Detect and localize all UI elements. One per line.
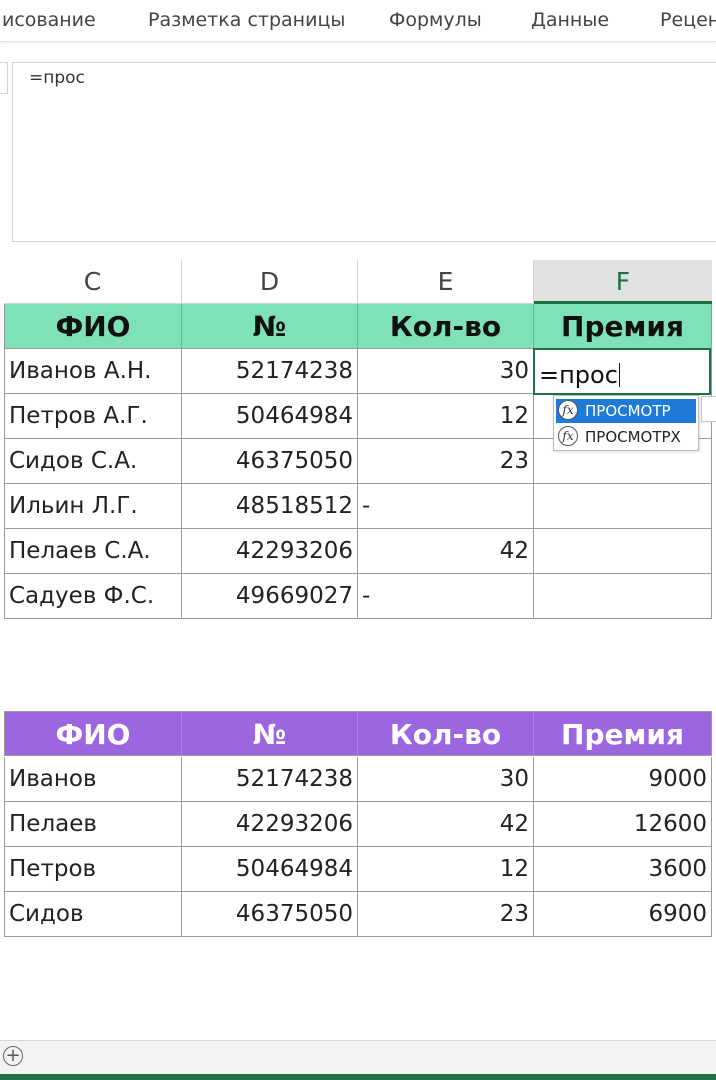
sheet-tab-bar bbox=[0, 1040, 716, 1074]
ribbon-tab-formulas[interactable]: Формулы bbox=[389, 9, 482, 31]
ribbon-tab-data[interactable]: Данные bbox=[531, 9, 609, 31]
autocomplete-item-prosmotrx[interactable]: fx ПРОСМОТРX bbox=[556, 425, 696, 449]
function-autocomplete-list: fx ПРОСМОТР fx ПРОСМОТРX bbox=[553, 395, 699, 451]
table1-cell-bonus[interactable] bbox=[534, 484, 712, 529]
table2-cell-qty[interactable]: 42 bbox=[358, 802, 534, 847]
table1-cell-qty[interactable]: 30 bbox=[358, 349, 534, 394]
table1-header-fio[interactable]: ФИО bbox=[4, 304, 182, 349]
status-bar bbox=[0, 1074, 716, 1080]
table1-cell-number[interactable]: 42293206 bbox=[182, 529, 358, 574]
column-header-c[interactable]: C bbox=[4, 260, 182, 304]
table1-cell-fio[interactable]: Ильин Л.Г. bbox=[4, 484, 182, 529]
table2-cell-bonus[interactable]: 9000 bbox=[534, 757, 712, 802]
column-header-d[interactable]: D bbox=[182, 260, 358, 304]
autocomplete-tooltip bbox=[701, 396, 716, 422]
table1-cell-qty[interactable]: - bbox=[358, 484, 534, 529]
table2-cell-fio[interactable]: Сидов bbox=[4, 892, 182, 937]
column-header-f[interactable]: F bbox=[534, 260, 712, 304]
table1-cell-number[interactable]: 52174238 bbox=[182, 349, 358, 394]
table2-header-bonus[interactable]: Премия bbox=[534, 711, 712, 756]
formula-bar[interactable] bbox=[12, 62, 716, 242]
table2-cell-number[interactable]: 50464984 bbox=[182, 847, 358, 892]
table1-cell-number[interactable]: 46375050 bbox=[182, 439, 358, 484]
table2-cell-fio[interactable]: Иванов bbox=[4, 757, 182, 802]
name-box[interactable] bbox=[0, 62, 8, 94]
table2-cell-bonus[interactable]: 12600 bbox=[534, 802, 712, 847]
table2-cell-fio[interactable]: Пелаев bbox=[4, 802, 182, 847]
table1-cell-fio[interactable]: Иванов А.Н. bbox=[4, 349, 182, 394]
table2-header-fio[interactable]: ФИО bbox=[4, 711, 182, 756]
table1-cell-qty[interactable]: 42 bbox=[358, 529, 534, 574]
table1-header-qty[interactable]: Кол-во bbox=[358, 304, 534, 349]
table1-header-number[interactable]: № bbox=[182, 304, 358, 349]
add-sheet-icon[interactable]: + bbox=[3, 1046, 23, 1066]
table1-header-bonus[interactable]: Премия bbox=[534, 304, 712, 349]
autocomplete-item-prosmotr[interactable]: fx ПРОСМОТР bbox=[556, 399, 696, 423]
active-cell-text: =прос bbox=[539, 361, 618, 389]
table1-cell-fio[interactable]: Садуев Ф.С. bbox=[4, 574, 182, 619]
table1-cell-qty[interactable]: 23 bbox=[358, 439, 534, 484]
table2-header-qty[interactable]: Кол-во bbox=[358, 711, 534, 756]
table1-cell-bonus[interactable] bbox=[534, 574, 712, 619]
table2-cell-number[interactable]: 52174238 bbox=[182, 757, 358, 802]
table1-cell-fio[interactable]: Сидов С.А. bbox=[4, 439, 182, 484]
ribbon-tab-page-layout[interactable]: Разметка страницы bbox=[148, 9, 345, 31]
table1-cell-number[interactable]: 49669027 bbox=[182, 574, 358, 619]
table1-cell-number[interactable]: 50464984 bbox=[182, 394, 358, 439]
function-icon: fx bbox=[558, 400, 578, 420]
table2-cell-number[interactable]: 42293206 bbox=[182, 802, 358, 847]
formula-bar-text: =прос bbox=[29, 68, 85, 88]
ribbon-tab-bar: исование Разметка страницы Формулы Данны… bbox=[0, 0, 716, 42]
table1-cell-qty[interactable]: - bbox=[358, 574, 534, 619]
autocomplete-item-label: ПРОСМОТР bbox=[585, 402, 671, 420]
text-caret bbox=[619, 363, 620, 387]
ribbon-tab-draw[interactable]: исование bbox=[2, 9, 96, 31]
table1-cell-number[interactable]: 48518512 bbox=[182, 484, 358, 529]
table2-cell-qty[interactable]: 30 bbox=[358, 757, 534, 802]
table2-cell-bonus[interactable]: 3600 bbox=[534, 847, 712, 892]
table1-cell-fio[interactable]: Пелаев С.А. bbox=[4, 529, 182, 574]
table2-cell-qty[interactable]: 23 bbox=[358, 892, 534, 937]
column-header-e[interactable]: E bbox=[358, 260, 534, 304]
table2-cell-number[interactable]: 46375050 bbox=[182, 892, 358, 937]
table2-cell-bonus[interactable]: 6900 bbox=[534, 892, 712, 937]
table1-cell-fio[interactable]: Петров А.Г. bbox=[4, 394, 182, 439]
ribbon-tab-review[interactable]: Рецен bbox=[660, 9, 716, 31]
table1-cell-qty[interactable]: 12 bbox=[358, 394, 534, 439]
table2-cell-fio[interactable]: Петров bbox=[4, 847, 182, 892]
table2-header-number[interactable]: № bbox=[182, 711, 358, 756]
autocomplete-item-label: ПРОСМОТРX bbox=[585, 428, 681, 446]
table2-cell-qty[interactable]: 12 bbox=[358, 847, 534, 892]
table1-cell-bonus[interactable] bbox=[534, 529, 712, 574]
function-icon: fx bbox=[558, 426, 578, 446]
